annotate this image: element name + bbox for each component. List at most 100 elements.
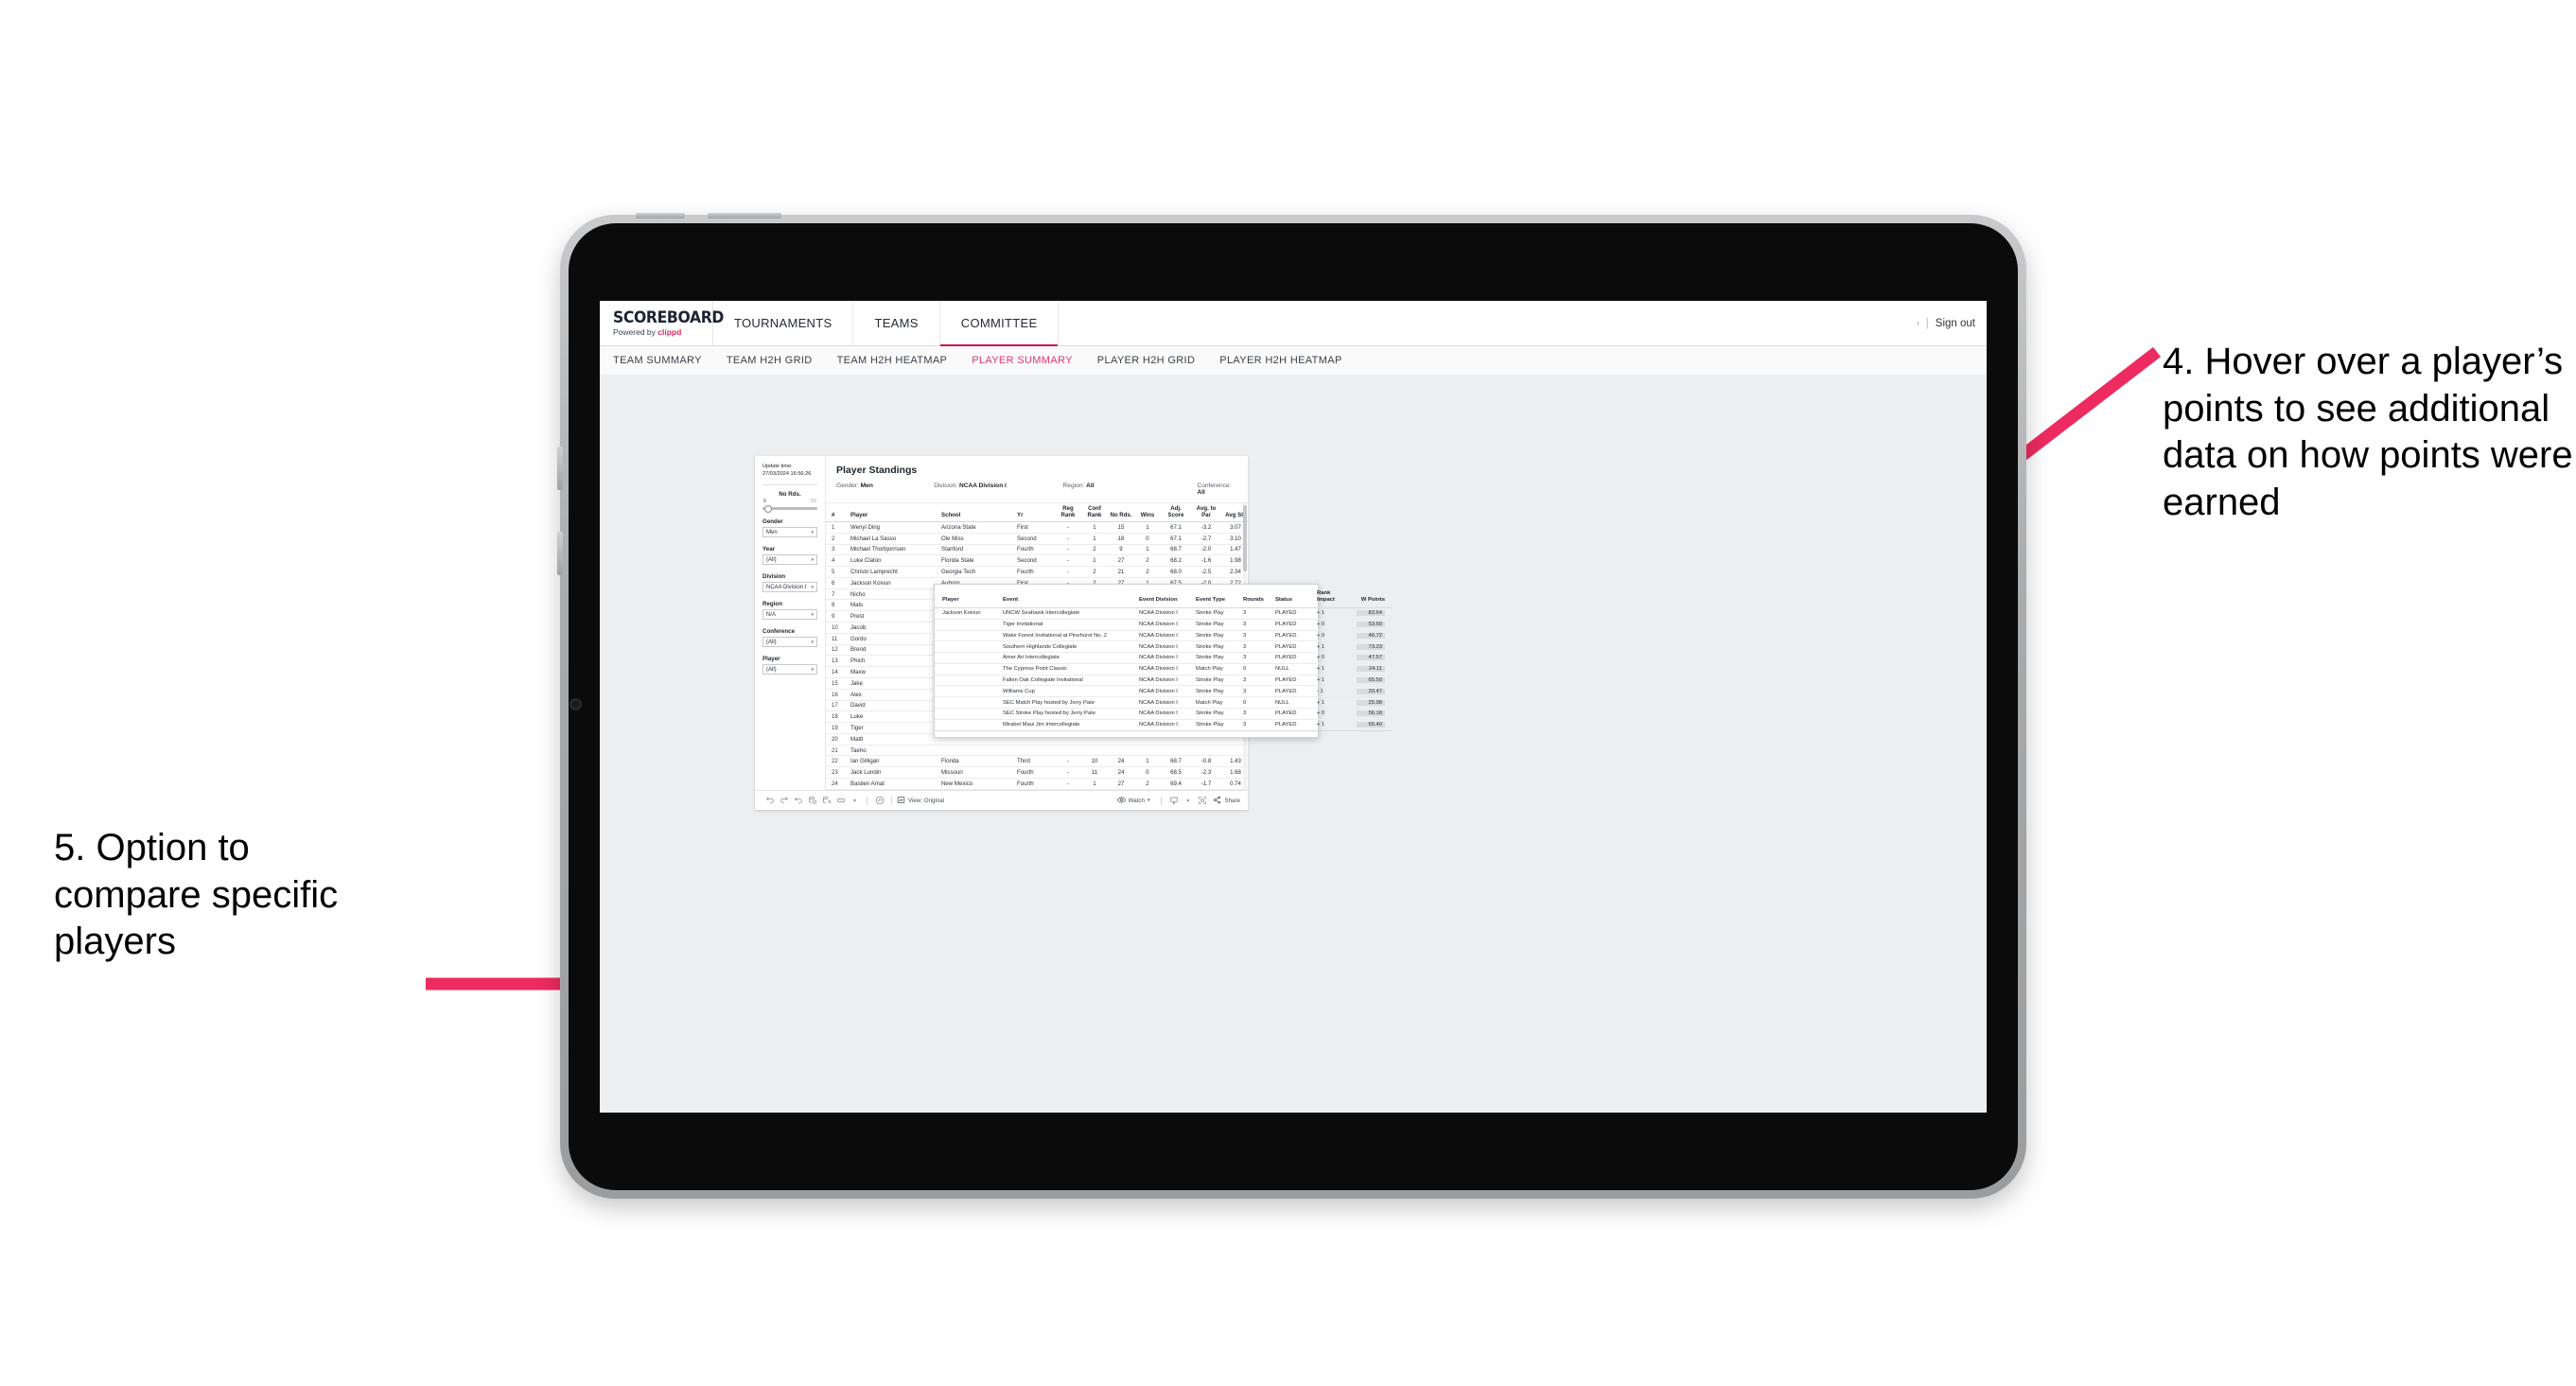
watch-caret-icon: ▾ <box>1147 798 1150 803</box>
tip-cell-w-points: 24.11 <box>1348 663 1393 675</box>
revert-icon[interactable] <box>791 794 805 807</box>
nav-tournaments[interactable]: TOURNAMENTS <box>713 301 854 345</box>
pause-auto-update-icon[interactable] <box>819 794 833 807</box>
table-row[interactable]: 24 Bastien Amat New Mexico Fourth -1 27 2 69.4-… <box>826 778 1248 790</box>
subnav-player-h2h-heatmap[interactable]: PLAYER H2H HEATMAP <box>1219 355 1341 366</box>
filter-gender-select[interactable]: Men ▾ <box>762 527 817 538</box>
tip-cell-rounds: 3 <box>1240 619 1272 631</box>
redo-icon[interactable] <box>777 794 791 807</box>
tip-cell-type: Stroke Play <box>1193 607 1240 620</box>
tip-cell-type: Stroke Play <box>1193 708 1240 720</box>
table-row[interactable]: 2 Michael La Sasso Ole Miss Second -1 18 0 67.1… <box>826 533 1248 545</box>
watch-label: Watch <box>1128 797 1145 804</box>
filter-conference: Conference (All) ▾ <box>762 628 817 648</box>
subnav-player-h2h-grid[interactable]: PLAYER H2H GRID <box>1097 355 1195 366</box>
pan-dropdown-caret-icon[interactable]: ▾ <box>848 794 862 807</box>
cell-wins: 0 <box>1134 533 1161 545</box>
table-row[interactable]: 4 Luke Claton Florida State Second -1 27 2 68.2… <box>826 554 1248 568</box>
filter-year-select[interactable]: (All) ▾ <box>762 554 817 566</box>
pan-mode-icon[interactable] <box>833 794 848 807</box>
update-time-label: Update time: <box>762 464 793 469</box>
tip-cell-division: NCAA Division I <box>1136 696 1193 709</box>
account-caret-icon[interactable]: › <box>1917 319 1919 327</box>
tooltip-row: SEC Match Play hosted by Jerry Pate NCAA … <box>935 696 1393 709</box>
cell-player: Maxw <box>849 666 939 678</box>
cell-avg-to-par: -0.8 <box>1191 755 1221 768</box>
refresh-data-icon[interactable] <box>805 794 819 807</box>
sign-out-link[interactable]: Sign out <box>1936 318 1975 329</box>
tip-cell-rank-impact: + 1 <box>1314 719 1348 731</box>
cell-school: Florida <box>939 755 1015 768</box>
app-screen: SCOREBOARD Powered by clippd TOURNAMENTS… <box>600 301 1987 1113</box>
undo-icon[interactable] <box>762 794 777 807</box>
col-no-rds[interactable]: No Rds. <box>1108 503 1134 522</box>
col-yr[interactable]: Yr <box>1015 503 1055 522</box>
cell-reg-rank <box>1055 745 1081 757</box>
no-rounds-slider-handle[interactable] <box>764 504 772 513</box>
col-rank[interactable]: # <box>826 503 849 522</box>
tip-cell-type: Match Play <box>1193 696 1240 709</box>
col-player[interactable]: Player <box>849 503 939 522</box>
filter-player-select[interactable]: (All) ▾ <box>762 664 817 675</box>
subnav-team-h2h-heatmap[interactable]: TEAM H2H HEATMAP <box>837 355 948 366</box>
tip-cell-type: Stroke Play <box>1193 675 1240 687</box>
table-row[interactable]: 25Cole SherwoodVanderbiltFourth-1223168.… <box>826 789 1248 790</box>
col-conf-rank[interactable]: Conf Rank <box>1081 503 1108 522</box>
col-reg-rank[interactable]: Reg Rank <box>1055 503 1081 522</box>
cell-rank: 22 <box>826 755 849 768</box>
meta-region: Region: All <box>1063 482 1198 496</box>
subnav-player-summary[interactable]: PLAYER SUMMARY <box>972 355 1073 366</box>
subnav-team-summary[interactable]: TEAM SUMMARY <box>613 355 702 366</box>
cell-player: Jake <box>849 677 939 690</box>
tip-cell-rounds: 3 <box>1240 675 1272 687</box>
eye-icon <box>1116 796 1126 806</box>
view-original-button[interactable]: View: Original <box>897 796 944 806</box>
cell-rank: 1 <box>826 521 849 534</box>
table-row[interactable]: 5 Christo Lamprecht Georgia Tech Fourth -2 21… <box>826 566 1248 578</box>
share-button[interactable]: Share <box>1213 796 1240 806</box>
tip-cell-status: NULL <box>1272 696 1314 709</box>
tooltip-row: Wake Forest Invitational at Pinehurst No… <box>935 630 1393 642</box>
w-points-badge: 46.72 <box>1357 632 1385 639</box>
cell-rank: 9 <box>826 610 849 623</box>
table-row[interactable]: 1 Wenyi Ding Arizona State First -1 15 1 67.1 -3… <box>826 521 1248 534</box>
tooltip-row: Jackson Koivun UNCW Seahawk Intercollegia… <box>935 607 1393 620</box>
table-row[interactable]: 22 Ian Gilligan Florida Third -10 24 1 68.7 -0.8… <box>826 755 1248 768</box>
tooltip-row: Mirabel Maui Jim Intercollegiate NCAA Div… <box>935 719 1393 731</box>
nav-committee[interactable]: COMMITTEE <box>939 301 1060 346</box>
cell-avg-to-par <box>1191 745 1221 757</box>
tip-cell-rounds: 0 <box>1240 696 1272 709</box>
tip-cell-w-points: 73.23 <box>1348 640 1393 654</box>
cell-conf-rank: 2 <box>1081 566 1108 578</box>
w-points-badge: 56.18 <box>1357 711 1385 717</box>
show-me-icon[interactable] <box>872 794 886 807</box>
cell-rank: 18 <box>826 711 849 724</box>
table-row[interactable]: 21 Taeho <box>826 745 1248 757</box>
download-icon[interactable] <box>1166 794 1181 807</box>
col-adj-score[interactable]: Adj. Score <box>1161 503 1191 522</box>
table-row[interactable]: 23 Jack Lundin Missouri Fourth -11 24 0 68.5 -2.… <box>826 766 1248 779</box>
cell-rank: 15 <box>826 677 849 690</box>
no-rounds-slider[interactable] <box>762 504 817 513</box>
subnav-team-h2h-grid[interactable]: TEAM H2H GRID <box>727 355 813 366</box>
table-row[interactable]: 3 Michael Thorbjornsen Stanford Fourth -2 9 1 6… <box>826 544 1248 556</box>
tip-cell-event: Fallen Oak Collegiate Invitational <box>1000 675 1136 687</box>
watch-button[interactable]: Watch ▾ <box>1116 796 1150 806</box>
tip-cell-rounds: 3 <box>1240 708 1272 720</box>
filter-conference-select[interactable]: (All) ▾ <box>762 637 817 648</box>
chevron-down-icon: ▾ <box>811 611 814 618</box>
fullscreen-icon[interactable] <box>1195 794 1209 807</box>
filter-division-select[interactable]: NCAA Division I ▾ <box>762 582 817 593</box>
col-avg-to-par[interactable]: Avg. to Par <box>1191 503 1221 522</box>
col-school[interactable]: School <box>939 503 1015 522</box>
cell-reg-rank: - <box>1055 789 1081 790</box>
account-divider: | <box>1925 317 1929 329</box>
filter-region-select[interactable]: N/A ▾ <box>762 609 817 621</box>
device-button-top-1 <box>636 213 685 219</box>
col-wins[interactable]: Wins <box>1134 503 1161 522</box>
download-caret-icon[interactable]: ▾ <box>1181 794 1195 807</box>
cell-adj-score: 68.7 <box>1161 755 1191 768</box>
app-logo[interactable]: SCOREBOARD Powered by clippd <box>600 301 724 345</box>
tip-cell-status: PLAYED <box>1272 685 1314 698</box>
nav-teams[interactable]: TEAMS <box>853 301 940 345</box>
